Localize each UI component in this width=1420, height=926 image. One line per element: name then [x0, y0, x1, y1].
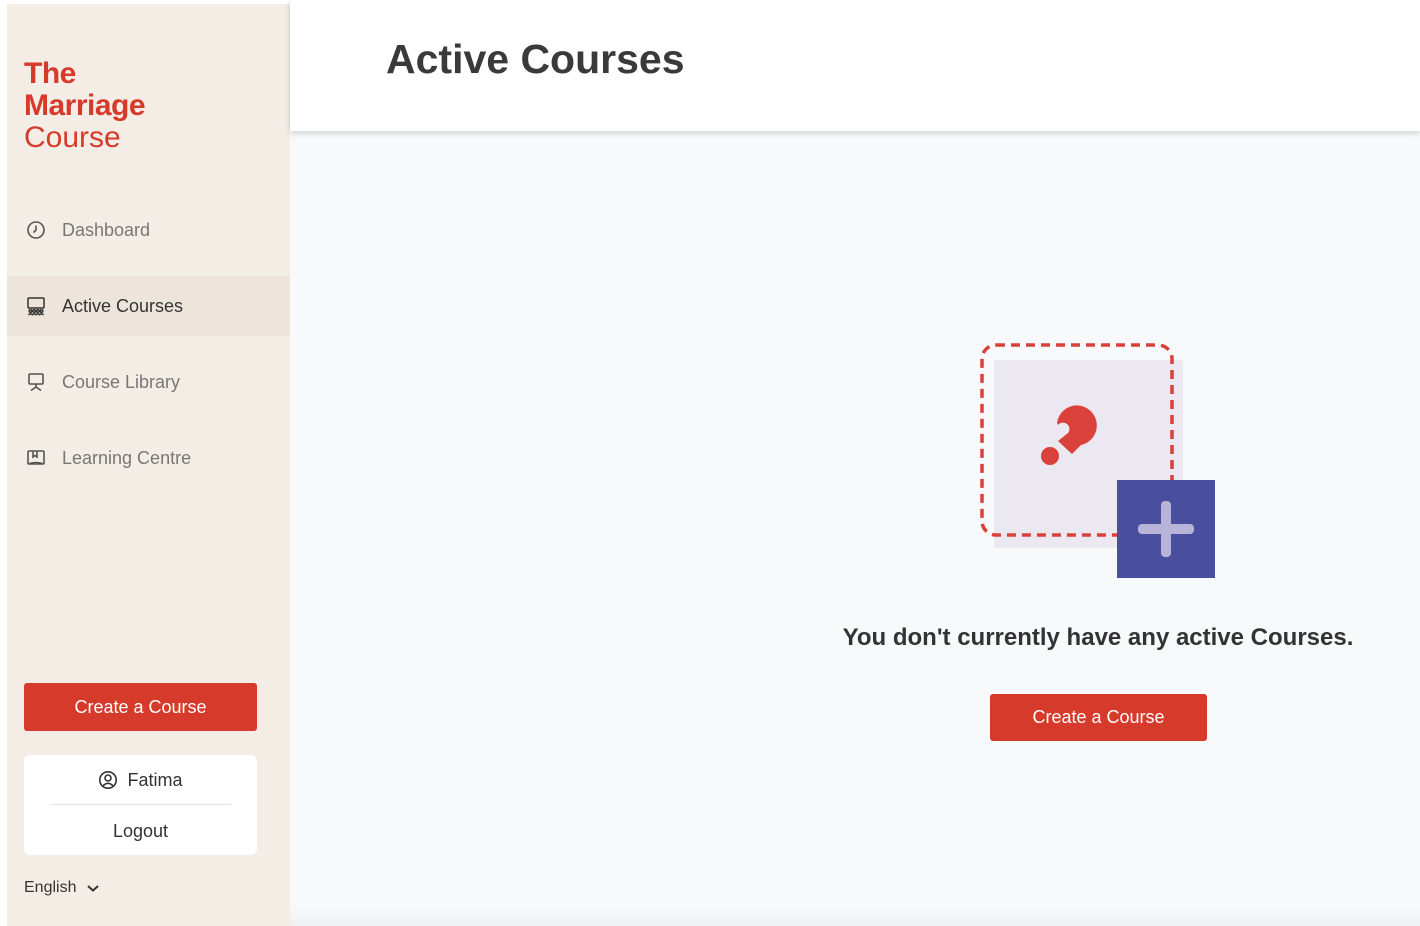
- clock-icon: [25, 219, 47, 241]
- user-circle-icon: [99, 771, 118, 789]
- divider: [50, 804, 231, 805]
- sidebar-item-learning-centre[interactable]: Learning Centre: [7, 428, 290, 488]
- page-header: Active Courses: [290, 0, 1420, 131]
- chevron-down-icon: [87, 885, 100, 892]
- user-profile-link[interactable]: Fatima: [24, 767, 257, 793]
- sidebar-item-dashboard[interactable]: Dashboard: [7, 200, 290, 260]
- language-selector[interactable]: English: [24, 879, 100, 897]
- sidebar-item-label: Course Library: [62, 371, 181, 392]
- logo-line-3: Course: [24, 121, 121, 154]
- sidebar-item-label: Dashboard: [62, 219, 151, 240]
- sidebar-create-course-button[interactable]: Create a Course: [24, 683, 257, 731]
- presentation-board-icon: [25, 371, 47, 393]
- user-card: Fatima Logout: [24, 755, 257, 855]
- page-title: Active Courses: [386, 36, 685, 82]
- sidebar-item-course-library[interactable]: Course Library: [7, 352, 290, 412]
- sidebar-item-active-courses[interactable]: Active Courses: [7, 276, 290, 336]
- logo-line-2: Marriage: [24, 89, 146, 122]
- presentation-audience-icon: [25, 295, 47, 317]
- book-icon: [25, 447, 47, 469]
- language-label: English: [24, 879, 77, 896]
- empty-courses-illustration: [980, 343, 1215, 578]
- create-course-button[interactable]: Create a Course: [990, 694, 1207, 741]
- logout-button[interactable]: Logout: [24, 818, 257, 844]
- empty-state-message: You don't currently have any active Cour…: [842, 624, 1354, 651]
- user-name: Fatima: [127, 769, 183, 790]
- app-root: The Marriage Course Dashboard Active Cou…: [0, 0, 1420, 926]
- brand-logo[interactable]: The Marriage Course: [24, 57, 146, 154]
- sidebar-nav: Dashboard Active Courses Course Library …: [7, 200, 290, 504]
- content-footer-shade: [290, 906, 1420, 926]
- main-content: [290, 131, 1420, 926]
- logo-line-1: The: [24, 57, 76, 90]
- sidebar: The Marriage Course Dashboard Active Cou…: [7, 4, 290, 926]
- sidebar-item-label: Active Courses: [62, 295, 184, 316]
- sidebar-item-label: Learning Centre: [62, 447, 192, 468]
